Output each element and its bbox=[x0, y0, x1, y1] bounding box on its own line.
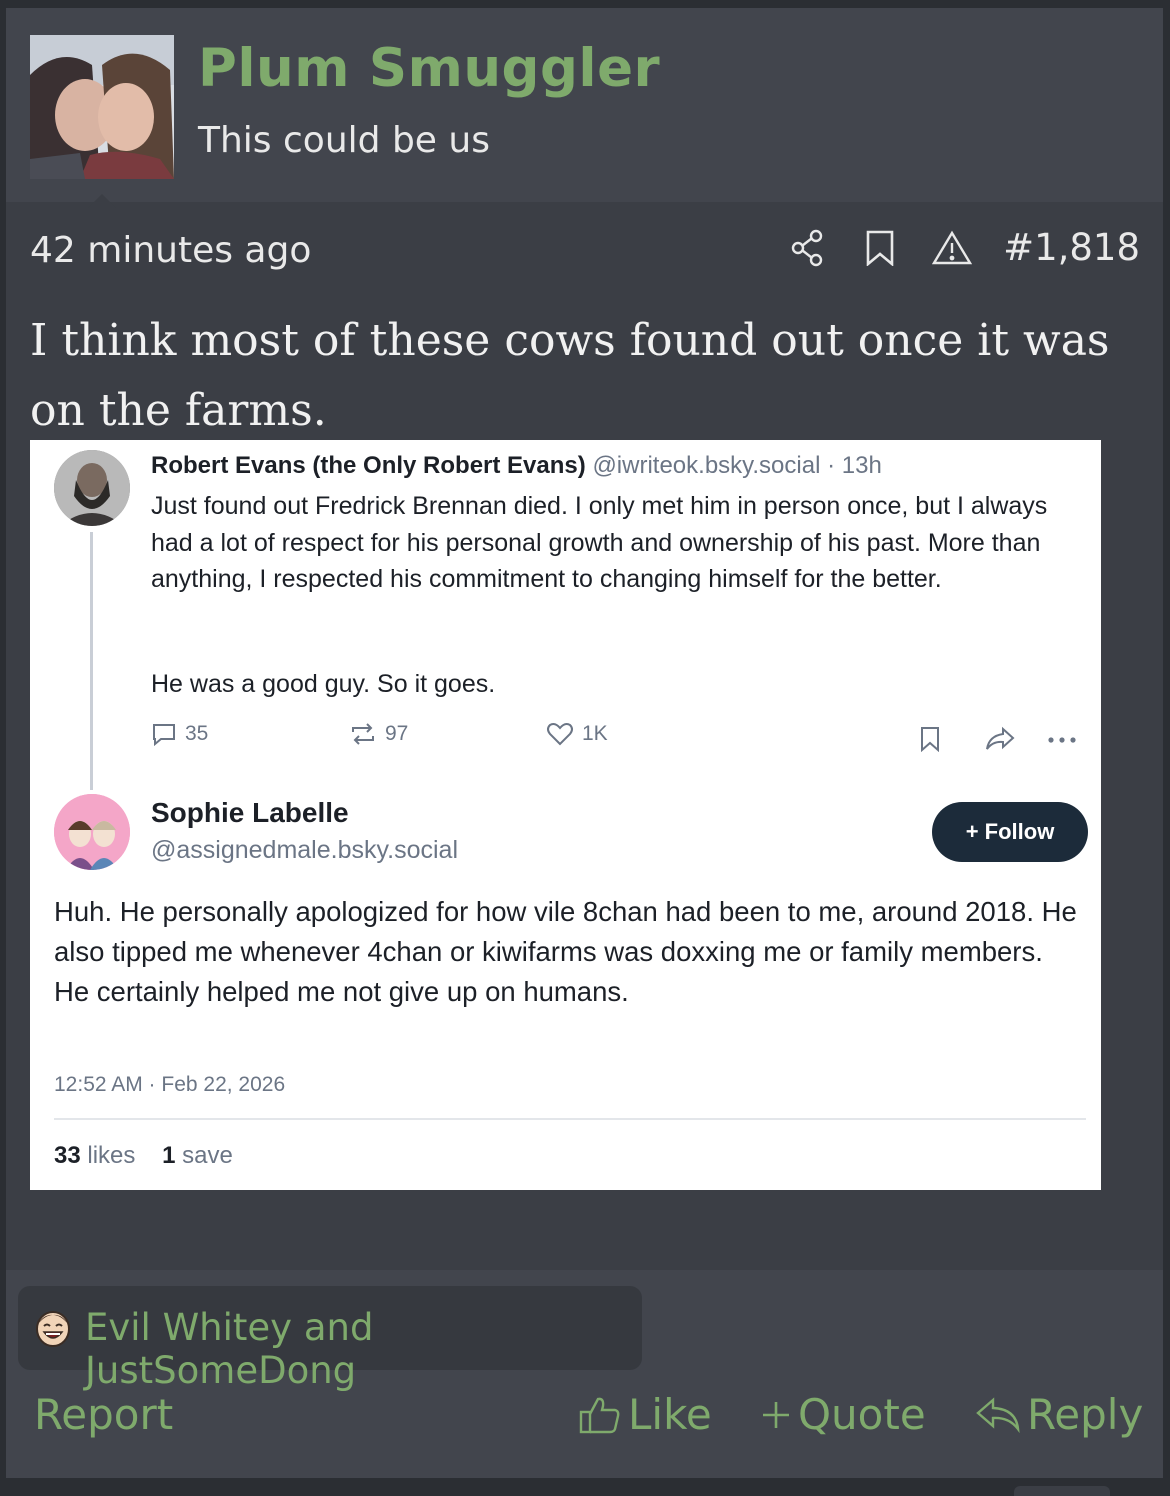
share-arrow-icon bbox=[986, 726, 1015, 750]
repost-icon bbox=[352, 723, 374, 745]
like-count: 1K bbox=[546, 722, 608, 746]
reply-author-name: Robert Evans (the Only Robert Evans) bbox=[151, 452, 586, 479]
heart-icon bbox=[547, 723, 573, 746]
bookmark-icon[interactable] bbox=[859, 227, 901, 269]
thumbs-up-icon bbox=[579, 1397, 620, 1433]
likes-count: 33 bbox=[54, 1142, 81, 1169]
author-handle: @assignedmale.bsky.social bbox=[151, 836, 458, 864]
reply-count-value: 35 bbox=[185, 722, 209, 745]
embedded-screenshot[interactable]: Robert Evans (the Only Robert Evans) @iw… bbox=[30, 440, 1101, 1190]
reply-header: Robert Evans (the Only Robert Evans) @iw… bbox=[151, 452, 882, 480]
post-stats: 33 likes 1 save bbox=[54, 1142, 233, 1170]
reply-author-handle: @iwriteok.bsky.social bbox=[592, 452, 821, 479]
reply-count: 35 bbox=[151, 722, 208, 746]
likes-label: likes bbox=[87, 1142, 136, 1169]
reply-button[interactable]: Reply bbox=[975, 1390, 1143, 1439]
reply-text-second: He was a good guy. So it goes. bbox=[151, 670, 496, 698]
divider bbox=[54, 1118, 1086, 1120]
laughing-face-icon bbox=[34, 1308, 72, 1348]
more-icon bbox=[1048, 737, 1076, 743]
post-timestamp[interactable]: 42 minutes ago bbox=[30, 230, 311, 271]
plus-icon bbox=[763, 1401, 789, 1428]
main-post-text: Huh. He personally apologized for how vi… bbox=[54, 896, 1077, 1007]
author-avatar bbox=[54, 794, 130, 870]
post-number[interactable]: #1,818 bbox=[1003, 226, 1140, 269]
share-icon[interactable] bbox=[787, 227, 829, 269]
reply-label: Reply bbox=[1027, 1390, 1144, 1439]
reply-time: · 13h bbox=[827, 452, 882, 479]
author-name: Sophie Labelle bbox=[151, 797, 349, 828]
user-title: This could be us bbox=[198, 120, 490, 161]
reaction-names[interactable]: Evil Whitey and JustSomeDong bbox=[85, 1306, 642, 1392]
reply-author-avatar bbox=[54, 450, 130, 526]
like-button[interactable]: Like bbox=[578, 1390, 712, 1439]
like-label: Like bbox=[628, 1390, 712, 1439]
thread-line bbox=[90, 532, 93, 790]
follow-button: + Follow bbox=[932, 802, 1088, 862]
quote-label: Quote bbox=[798, 1390, 926, 1439]
like-count-value: 1K bbox=[582, 722, 608, 745]
username[interactable]: Plum Smuggler bbox=[198, 38, 660, 99]
post-meta-actions: #1,818 bbox=[787, 226, 1140, 269]
comment-icon bbox=[153, 724, 175, 746]
main-post-time: 12:52 AM · Feb 22, 2026 bbox=[54, 1073, 286, 1096]
saves-count: 1 bbox=[162, 1142, 176, 1169]
user-avatar[interactable] bbox=[30, 35, 174, 179]
saves-label: save bbox=[182, 1142, 233, 1169]
save-icon bbox=[921, 727, 939, 752]
post-body: I think most of these cows found out onc… bbox=[30, 315, 1110, 436]
reply-actions: 35 97 1K bbox=[151, 722, 1081, 758]
reply-text: Just found out Fredrick Brennan died. I … bbox=[151, 492, 1048, 593]
header-pointer bbox=[88, 194, 116, 208]
repost-count: 97 bbox=[349, 722, 408, 746]
bottom-tab bbox=[1014, 1486, 1110, 1496]
quote-button[interactable]: Quote bbox=[760, 1390, 926, 1439]
warning-icon[interactable] bbox=[931, 227, 973, 269]
reaction-bar[interactable]: Evil Whitey and JustSomeDong bbox=[18, 1286, 642, 1392]
reply-arrow-icon bbox=[976, 1396, 1020, 1433]
repost-count-value: 97 bbox=[385, 722, 409, 745]
report-link[interactable]: Report bbox=[34, 1390, 173, 1439]
